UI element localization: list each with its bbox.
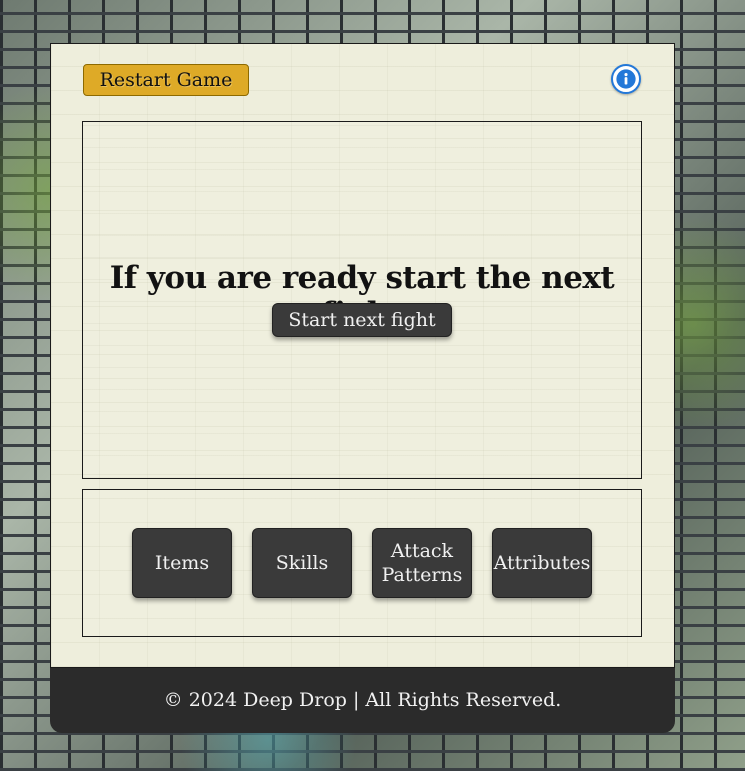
items-button[interactable]: Items: [132, 528, 232, 598]
attributes-button[interactable]: Attributes: [492, 528, 592, 598]
menu-area: Items Skills Attack Patterns Attributes: [82, 489, 642, 637]
restart-game-button[interactable]: Restart Game: [83, 64, 249, 96]
fight-area: If you are ready start the next fight St…: [82, 121, 642, 479]
footer-copyright: © 2024 Deep Drop | All Rights Reserved.: [50, 668, 675, 733]
info-icon: [616, 69, 636, 89]
skills-button[interactable]: Skills: [252, 528, 352, 598]
game-panel: Restart Game If you are ready start the …: [50, 43, 675, 668]
start-next-fight-button[interactable]: Start next fight: [272, 303, 452, 337]
attack-patterns-button[interactable]: Attack Patterns: [372, 528, 472, 598]
info-button[interactable]: [611, 64, 641, 94]
